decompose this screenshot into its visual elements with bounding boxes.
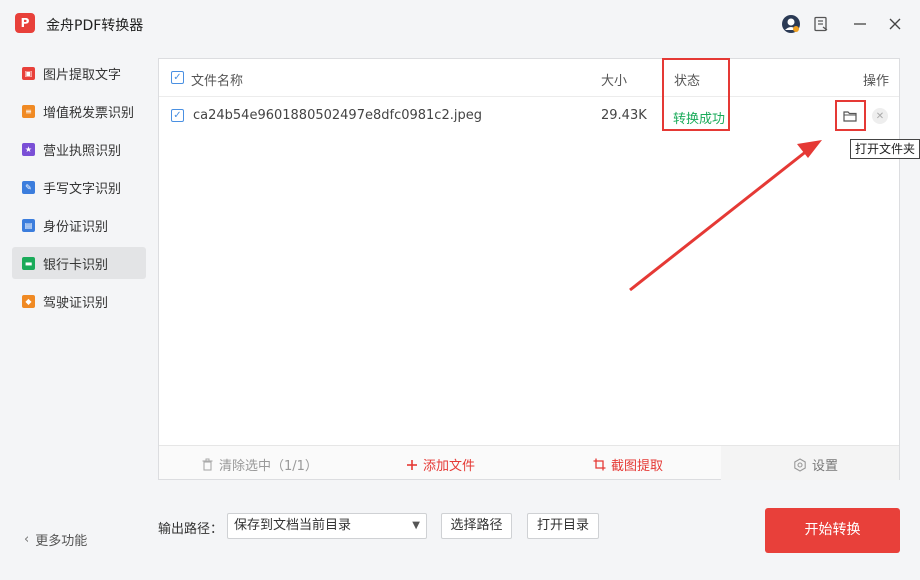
folder-icon [843, 111, 857, 122]
start-convert-button[interactable]: 开始转换 [765, 508, 900, 553]
sidebar-item-label: 营业执照识别 [43, 143, 122, 159]
more-features-label: 更多功能 [35, 534, 88, 549]
close-icon[interactable] [885, 14, 905, 34]
add-file-label: 添加文件 [423, 459, 476, 474]
open-folder-tooltip: 打开文件夹 [850, 139, 920, 159]
app-logo: P [15, 13, 35, 33]
output-path-select[interactable]: 保存到文档当前目录 ▼ [227, 513, 427, 539]
sidebar-item-label: 图片提取文字 [43, 67, 122, 83]
header-size: 大小 [601, 74, 628, 89]
file-name: ca24b54e9601880502497e8dfc0981c2.jpeg [193, 108, 482, 123]
chevron-down-icon: ▼ [412, 520, 420, 531]
invoice-icon: ≡ [22, 104, 35, 118]
title-bar: P 金舟PDF转换器 [0, 0, 920, 48]
sidebar-item-label: 银行卡识别 [43, 257, 109, 273]
sidebar-item-driver-license[interactable]: ◆ 驾驶证识别 [12, 285, 146, 317]
output-path-label: 输出路径： [158, 522, 224, 537]
table-row[interactable]: ✓ ca24b54e9601880502497e8dfc0981c2.jpeg … [159, 97, 899, 135]
sidebar-item-label: 驾驶证识别 [43, 295, 109, 311]
driver-license-icon: ◆ [22, 294, 35, 308]
id-card-icon: ▤ [22, 218, 35, 232]
sidebar-item-id-card[interactable]: ▤ 身份证识别 [12, 209, 146, 241]
add-file-button[interactable]: 添加文件 [406, 455, 475, 474]
minimize-icon[interactable] [850, 14, 870, 34]
sidebar-item-label: 手写文字识别 [43, 181, 122, 197]
choose-path-button[interactable]: 选择路径 [441, 513, 512, 539]
row-checkbox[interactable]: ✓ [171, 109, 184, 122]
sidebar-item-bank-card[interactable]: ▬ 银行卡识别 [12, 247, 146, 279]
screenshot-extract-button[interactable]: 截图提取 [593, 455, 663, 474]
sidebar-item-label: 增值税发票识别 [43, 105, 135, 121]
sidebar-item-business-license[interactable]: ★ 营业执照识别 [12, 133, 146, 165]
more-features-link[interactable]: ‹ 更多功能 [24, 530, 87, 549]
bank-card-icon: ▬ [22, 256, 35, 270]
plus-icon [406, 459, 418, 471]
gear-icon [793, 457, 807, 472]
settings-button[interactable]: 设置 [793, 455, 838, 474]
status-highlight-box [662, 58, 730, 131]
output-path-value: 保存到文档当前目录 [234, 518, 352, 533]
close-icon: ✕ [875, 110, 885, 122]
header-action: 操作 [863, 74, 890, 89]
settings-label: 设置 [812, 459, 839, 474]
remove-file-button[interactable]: ✕ [872, 108, 888, 124]
clear-selected-label: 清除选中（1/1） [219, 459, 318, 474]
crop-icon [593, 458, 606, 471]
sidebar-item-label: 身份证识别 [43, 219, 109, 235]
clear-selected-button[interactable]: 清除选中（1/1） [201, 455, 318, 474]
user-avatar-icon[interactable] [781, 14, 801, 34]
table-header: ✓ 文件名称 大小 状态 操作 [159, 59, 899, 97]
sidebar-item-image-text[interactable]: ▣ 图片提取文字 [12, 57, 146, 89]
panel-toolbar: 清除选中（1/1） 添加文件 截图提取 设置 [159, 445, 899, 480]
feedback-icon[interactable] [811, 14, 831, 34]
trash-icon [201, 458, 214, 471]
app-title: 金舟PDF转换器 [46, 18, 144, 34]
select-all-checkbox[interactable]: ✓ [171, 71, 184, 84]
open-directory-button[interactable]: 打开目录 [527, 513, 599, 539]
open-folder-button[interactable] [839, 106, 861, 126]
sidebar-item-handwriting[interactable]: ✎ 手写文字识别 [12, 171, 146, 203]
chevron-left-icon: ‹ [24, 532, 30, 547]
header-name: 文件名称 [191, 74, 244, 89]
image-text-icon: ▣ [22, 66, 35, 80]
screenshot-extract-label: 截图提取 [611, 459, 664, 474]
handwriting-icon: ✎ [22, 180, 35, 194]
file-list-panel: ✓ 文件名称 大小 状态 操作 ✓ ca24b54e9601880502497e… [158, 58, 900, 480]
sidebar-item-invoice[interactable]: ≡ 增值税发票识别 [12, 95, 146, 127]
file-size: 29.43K [601, 108, 647, 123]
license-icon: ★ [22, 142, 35, 156]
